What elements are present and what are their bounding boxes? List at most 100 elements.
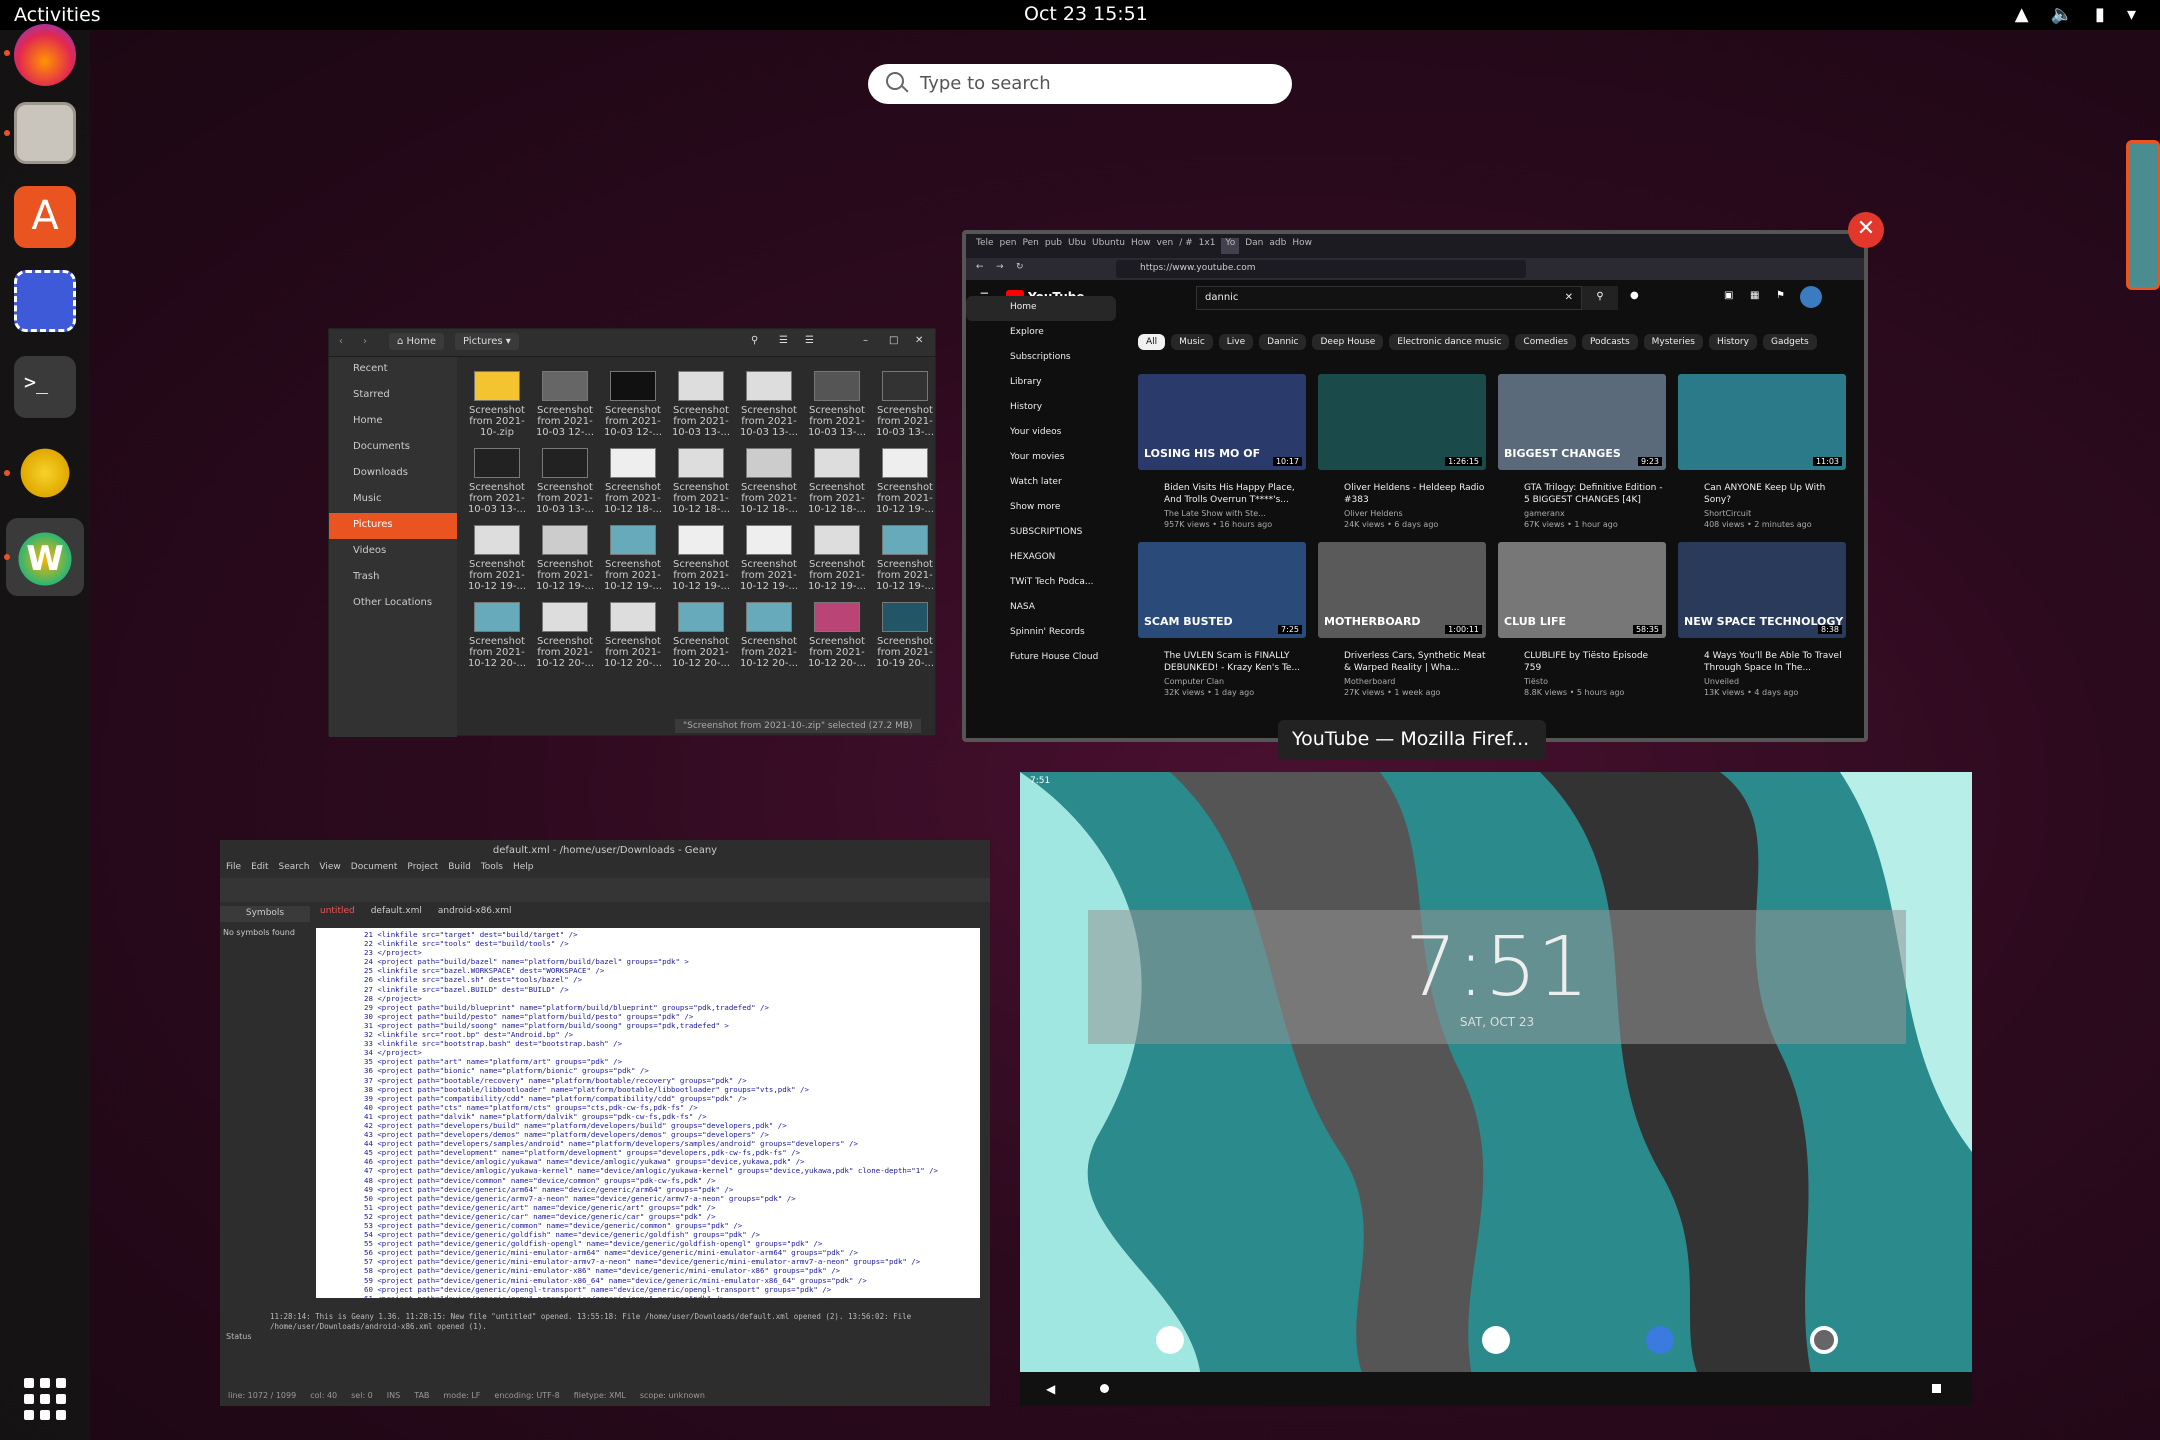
file-item[interactable]: Screenshot from 2021- 10-03 13-...	[463, 448, 531, 515]
terminal-icon[interactable]: >_	[14, 356, 76, 418]
apps-icon[interactable]: ▦	[1750, 290, 1759, 301]
video-thumbnail[interactable]: LOSING HIS MO OF 10:17	[1138, 374, 1306, 470]
file-item[interactable]: Screenshot from 2021- 10-03 12-...	[599, 371, 667, 438]
video-channel[interactable]: The Late Show with Ste...	[1138, 508, 1308, 519]
video-title[interactable]: GTA Trilogy: Definitive Edition - 5 BIGG…	[1498, 482, 1668, 508]
video-channel[interactable]: Motherboard	[1318, 676, 1488, 687]
subscription-item[interactable]: NASA	[966, 596, 1116, 621]
video-title[interactable]: 4 Ways You'll Be Able To Travel Through …	[1678, 650, 1848, 676]
recents-icon[interactable]	[1932, 1384, 1941, 1393]
file-item[interactable]: Screenshot from 2021- 10-12 19-...	[803, 525, 871, 592]
app-grid-icon[interactable]	[24, 1378, 66, 1420]
sidebar-item[interactable]: Music	[329, 487, 457, 513]
forward-icon[interactable]: ›	[363, 336, 367, 347]
video-title[interactable]: Biden Visits His Happy Place, And Trolls…	[1138, 482, 1308, 508]
close-window-button[interactable]: ✕	[1848, 212, 1884, 248]
clear-icon[interactable]: ✕	[1565, 292, 1573, 303]
browser-tab[interactable]: / #	[1179, 238, 1192, 254]
code-editor[interactable]: 21 <linkfile src="target" dest="build/ta…	[316, 928, 980, 1298]
file-item[interactable]: Screenshot from 2021- 10-.zip	[463, 371, 531, 438]
firefox-window[interactable]: Tele pen Pen pub Ubu Ubuntu How ven / #1x1 Yo Dan a…	[962, 230, 1868, 742]
video-card[interactable]: 11:03 Can ANYONE Keep Up With Sony? ShortC…	[1678, 374, 1848, 530]
back-icon[interactable]: ‹	[339, 336, 343, 347]
sidebar-item[interactable]: Home	[329, 409, 457, 435]
activities-button[interactable]: Activities	[14, 4, 101, 26]
path-pictures[interactable]: Pictures ▾	[455, 333, 519, 350]
geany-window[interactable]: default.xml - /home/user/Downloads - Gea…	[220, 840, 990, 1406]
file-item[interactable]: Screenshot from 2021- 10-19 20-...	[871, 602, 939, 669]
tab-symbols[interactable]: Symbols	[220, 906, 310, 922]
video-title[interactable]: Can ANYONE Keep Up With Sony?	[1678, 482, 1848, 508]
video-title[interactable]: CLUBLIFE by Tiësto Episode 759	[1498, 650, 1668, 676]
menu-item[interactable]: Help	[513, 862, 534, 878]
video-thumbnail[interactable]: SCAM BUSTED 7:25	[1138, 542, 1306, 638]
system-tray[interactable]: ▲ 🔈 ▮ ▾	[2015, 4, 2136, 25]
editor-tab[interactable]: default.xml	[371, 906, 422, 916]
sidebar-item[interactable]: Documents	[329, 435, 457, 461]
video-thumbnail[interactable]: MOTHERBOARD 1:00:11	[1318, 542, 1486, 638]
video-thumbnail[interactable]: CLUB LIFE 58:35	[1498, 542, 1666, 638]
file-item[interactable]: Screenshot from 2021- 10-03 12-...	[531, 371, 599, 438]
filter-chip[interactable]: Music	[1171, 334, 1213, 350]
video-thumbnail[interactable]: 11:03	[1678, 374, 1846, 470]
youtube-nav-item[interactable]: Your videos	[966, 421, 1116, 446]
video-card[interactable]: MOTHERBOARD 1:00:11 Driverless Cars, Synth…	[1318, 542, 1488, 698]
menu-item[interactable]: Build	[448, 862, 471, 878]
camera-icon[interactable]	[1810, 1326, 1838, 1354]
video-thumbnail[interactable]: BIGGEST CHANGES 9:23	[1498, 374, 1666, 470]
file-item[interactable]: Screenshot from 2021- 10-12 20-...	[463, 602, 531, 669]
sidebar-item[interactable]: Videos	[329, 539, 457, 565]
files-icon[interactable]	[14, 102, 76, 164]
close-icon[interactable]: ✕	[915, 335, 923, 346]
path-home[interactable]: ⌂ Home	[389, 333, 445, 350]
filter-chip[interactable]: Live	[1218, 334, 1254, 350]
app-shortcut-icon[interactable]	[1156, 1326, 1184, 1354]
file-item[interactable]: Screenshot from 2021- 10-12 19-...	[531, 525, 599, 592]
video-card[interactable]: NEW SPACE TECHNOLOGY 8:38 4 Ways You'll Be…	[1678, 542, 1848, 698]
file-item[interactable]: Screenshot from 2021- 10-12 19-...	[599, 525, 667, 592]
video-channel[interactable]: Oliver Heldens	[1318, 508, 1488, 519]
video-card[interactable]: BIGGEST CHANGES 9:23 GTA Trilogy: Definiti…	[1498, 374, 1668, 530]
file-item[interactable]: Screenshot from 2021- 10-12 19-...	[871, 525, 939, 592]
file-item[interactable]: Screenshot from 2021- 10-12 20-...	[803, 602, 871, 669]
file-item[interactable]: Screenshot from 2021- 10-12 19-...	[667, 525, 735, 592]
sidebar-item[interactable]: Other Locations	[329, 591, 457, 617]
forward-icon[interactable]: →	[996, 262, 1004, 272]
video-thumbnail[interactable]: NEW SPACE TECHNOLOGY 8:38	[1678, 542, 1846, 638]
sidebar-item[interactable]: Downloads	[329, 461, 457, 487]
reload-icon[interactable]: ↻	[1016, 262, 1024, 272]
menu-item[interactable]: Search	[279, 862, 310, 878]
file-item[interactable]: Screenshot from 2021- 10-03 13-...	[803, 371, 871, 438]
file-item[interactable]: Screenshot from 2021- 10-03 13-...	[735, 371, 803, 438]
search-icon[interactable]: ⚲	[1582, 286, 1618, 310]
screenshot-icon[interactable]	[14, 270, 76, 332]
minimize-icon[interactable]: –	[863, 335, 868, 346]
video-title[interactable]: Driverless Cars, Synthetic Meat & Warped…	[1318, 650, 1488, 676]
file-item[interactable]: Screenshot from 2021- 10-12 20-...	[735, 602, 803, 669]
filter-chip[interactable]: Deep House	[1312, 334, 1384, 350]
browser-tab[interactable]: 1x1	[1199, 238, 1216, 254]
file-item[interactable]: Screenshot from 2021- 10-03 13-...	[667, 371, 735, 438]
video-channel[interactable]: Computer Clan	[1138, 676, 1308, 687]
file-item[interactable]: Screenshot from 2021- 10-12 18-...	[735, 448, 803, 515]
subscription-item[interactable]: Spinnin' Records	[966, 621, 1116, 646]
browser-tab[interactable]: Ubu	[1068, 238, 1086, 254]
search-icon[interactable]: ⚲	[751, 335, 758, 346]
back-icon[interactable]: ◀	[1046, 1382, 1055, 1396]
file-item[interactable]: Screenshot from 2021- 10-12 19-...	[463, 525, 531, 592]
video-card[interactable]: SCAM BUSTED 7:25 The UVLEN Scam is FINALLY…	[1138, 542, 1308, 698]
filter-chip[interactable]: Podcasts	[1581, 334, 1638, 350]
file-item[interactable]: Screenshot from 2021- 10-12 20-...	[599, 602, 667, 669]
view-list-icon[interactable]: ☰	[779, 335, 788, 346]
subscription-item[interactable]: TWiT Tech Podca...	[966, 571, 1116, 596]
menu-item[interactable]: Tools	[481, 862, 503, 878]
editor-tab[interactable]: android-x86.xml	[438, 906, 512, 916]
video-thumbnail[interactable]: 1:26:15	[1318, 374, 1486, 470]
filter-chip[interactable]: Comedies	[1515, 334, 1576, 350]
browser-tab[interactable]: How	[1131, 238, 1151, 254]
sidebar-item[interactable]: Recent	[329, 357, 457, 383]
filter-chip[interactable]: Mysteries	[1643, 334, 1703, 350]
subscription-item[interactable]: Future House Cloud	[966, 646, 1116, 671]
video-channel[interactable]: gameranx	[1498, 508, 1668, 519]
browser-tab[interactable]: Pen	[1023, 238, 1039, 254]
